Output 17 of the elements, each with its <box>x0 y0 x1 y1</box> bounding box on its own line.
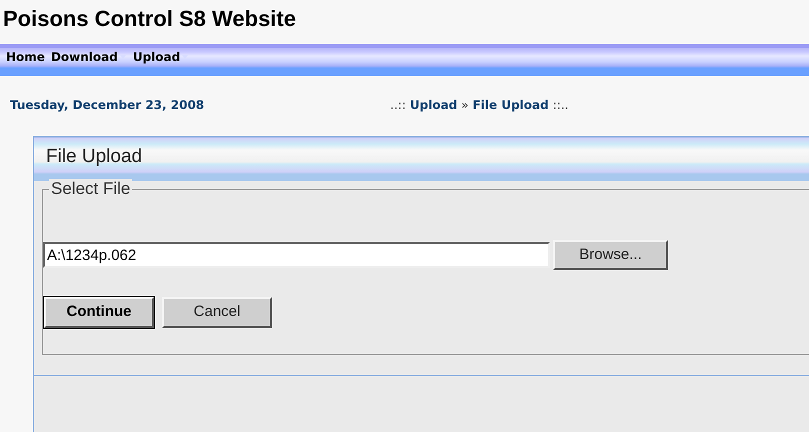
site-title: Poisons Control S8 Website <box>2 5 297 33</box>
menu-item[interactable]: Home <box>6 48 45 66</box>
breadcrumb-separator: » <box>461 96 469 114</box>
breadcrumb-suffix: ::.. <box>552 96 568 114</box>
menu-item[interactable]: Upload <box>132 48 190 66</box>
browse-button[interactable]: Browse... <box>553 240 668 270</box>
caret-icon <box>181 54 190 60</box>
file-path-field[interactable]: A:\1234p.062 <box>43 242 550 268</box>
form-button[interactable]: Continue <box>44 297 154 328</box>
caret-icon <box>118 54 127 60</box>
form-button[interactable]: Cancel <box>162 297 272 328</box>
breadcrumb-item: File Upload <box>472 96 549 114</box>
panel-title: File Upload <box>34 136 809 181</box>
breadcrumb-item: Upload <box>410 96 458 114</box>
breadcrumb-prefix: ..:: <box>390 96 406 114</box>
menu-item[interactable]: Download <box>50 48 127 66</box>
date-text: Tuesday, December 23, 2008 <box>10 96 204 114</box>
